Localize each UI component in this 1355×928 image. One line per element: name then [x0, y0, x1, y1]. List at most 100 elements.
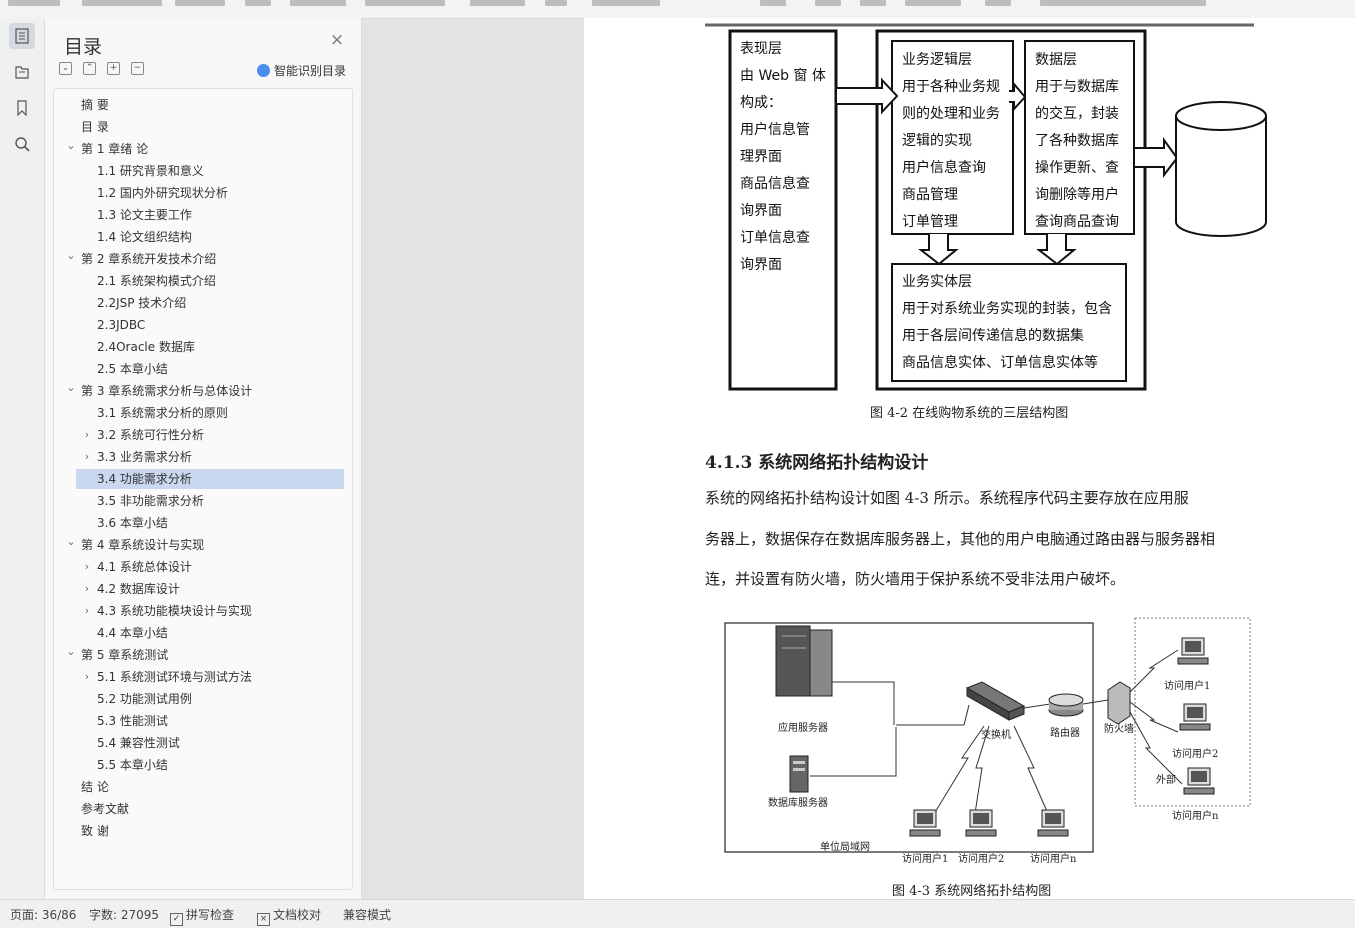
toc-item-label: 4.3 系统功能模块设计与实现	[97, 604, 252, 618]
database-cylinder-icon	[1175, 101, 1267, 237]
spell-check-button[interactable]: ✓ 拼写检查	[170, 906, 234, 926]
data-layer-text: 数据层 用于与数据库 的交互，封装 了各种数据库 操作更新、查 询删除等用户 查询商品查询	[1035, 47, 1135, 236]
switch-icon	[965, 681, 1026, 721]
diagram-text-line: 表现层	[740, 41, 782, 57]
collapse-all-icon[interactable]: ⌄	[59, 62, 72, 75]
search-panel-button[interactable]	[9, 131, 35, 157]
toc-item[interactable]: 3.4 功能需求分析	[76, 469, 344, 489]
diagram-text-line: 查询商品查询	[1035, 214, 1119, 230]
chevron-right-icon[interactable]: ›	[81, 667, 93, 687]
toc-item[interactable]: › 3.2 系统可行性分析	[54, 425, 350, 445]
toc-item-label: 4.4 本章小结	[97, 626, 168, 640]
toolbar-item[interactable]	[860, 0, 886, 6]
diagram-text-line: 商品信息查	[740, 176, 810, 192]
chapter-nav-button[interactable]	[9, 59, 35, 85]
toc-item[interactable]: 1.1 研究背景和意义	[54, 161, 350, 181]
toc-item-label: 1.1 研究背景和意义	[97, 164, 204, 178]
user-label: 访问用户1	[902, 852, 948, 865]
toc-item[interactable]: ⌄ 第 3 章系统需求分析与总体设计	[54, 381, 350, 401]
toc-item[interactable]: 3.1 系统需求分析的原则	[54, 403, 350, 423]
toc-item[interactable]: 2.1 系统架构模式介绍	[54, 271, 350, 291]
bookmark-panel-button[interactable]	[9, 95, 35, 121]
toolbar-item[interactable]	[290, 0, 346, 6]
toolbar-item[interactable]	[470, 0, 525, 6]
toc-item[interactable]: 1.3 论文主要工作	[54, 205, 350, 225]
diagram-text-line: 构成：	[740, 95, 782, 111]
toc-item[interactable]: 3.5 非功能需求分析	[54, 491, 350, 511]
toc-item[interactable]: 目 录	[54, 117, 350, 137]
toc-item[interactable]: › 3.3 业务需求分析	[54, 447, 350, 467]
toc-item[interactable]: 5.5 本章小结	[54, 755, 350, 775]
section-heading: 4.1.3 系统网络拓扑结构设计	[705, 453, 929, 473]
chevron-right-icon[interactable]: ›	[81, 447, 93, 467]
toc-item[interactable]: 5.3 性能测试	[54, 711, 350, 731]
chevron-right-icon[interactable]: ›	[81, 425, 93, 445]
toc-item-label: 3.3 业务需求分析	[97, 450, 192, 464]
toc-item[interactable]: 参考文献	[54, 799, 350, 819]
toc-item[interactable]: ⌄ 第 2 章系统开发技术介绍	[54, 249, 350, 269]
toolbar-item[interactable]	[815, 0, 841, 6]
presentation-layer-text: 表现层由 Web 窗 体构成： 用户信息管 理界面 商品信息查 询界面 订单信息查 询界面	[740, 36, 830, 279]
chevron-down-icon[interactable]: ⌄	[65, 136, 77, 156]
toc-item[interactable]: › 5.1 系统测试环境与测试方法	[54, 667, 350, 687]
toc-item-label: 1.3 论文主要工作	[97, 208, 192, 222]
ai-toc-button[interactable]: 智能识别目录	[257, 62, 346, 79]
close-icon[interactable]: ×	[329, 32, 345, 49]
toc-item[interactable]: › 4.1 系统总体设计	[54, 557, 350, 577]
diagram-text-line: 用户信息查询	[902, 160, 986, 176]
toolbar-item[interactable]	[175, 0, 225, 6]
chevron-right-icon[interactable]: ›	[81, 579, 93, 599]
page-indicator[interactable]: 页面: 36/86	[10, 906, 76, 923]
toc-item[interactable]: 5.2 功能测试用例	[54, 689, 350, 709]
toolbar-item[interactable]	[365, 0, 445, 6]
toolbar-item[interactable]	[760, 0, 786, 6]
chevron-down-icon[interactable]: ⌄	[65, 378, 77, 398]
router-icon	[1048, 693, 1084, 717]
toc-item[interactable]: › 4.2 数据库设计	[54, 579, 350, 599]
chevron-down-icon[interactable]: ⌄	[65, 532, 77, 552]
bookmark-icon	[17, 100, 27, 116]
toolbar-item[interactable]	[592, 0, 660, 6]
firewall-label: 防火墙	[1104, 722, 1134, 735]
toc-item[interactable]: 1.4 论文组织结构	[54, 227, 350, 247]
toc-item[interactable]: 摘 要	[54, 95, 350, 115]
toc-item[interactable]: 1.2 国内外研究现状分析	[54, 183, 350, 203]
toc-item[interactable]: 致 谢	[54, 821, 350, 841]
toolbar-item[interactable]	[8, 0, 60, 6]
arrow-right-icon	[835, 77, 899, 115]
toolbar-item[interactable]	[245, 0, 271, 6]
toc-item[interactable]: 2.2JSP 技术介绍	[54, 293, 350, 313]
chevron-right-icon[interactable]: ›	[81, 601, 93, 621]
word-count[interactable]: 字数: 27095	[89, 906, 159, 923]
toc-item[interactable]: 5.4 兼容性测试	[54, 733, 350, 753]
toolbar-item[interactable]	[82, 0, 162, 6]
toc-item[interactable]: ⌄ 第 5 章系统测试	[54, 645, 350, 665]
toolbar-item[interactable]	[905, 0, 961, 6]
toc-item[interactable]: 2.3JDBC	[54, 315, 350, 335]
proofread-button[interactable]: × 文档校对	[257, 906, 321, 926]
figure-caption: 图 4-2 在线购物系统的三层结构图	[870, 406, 1069, 421]
toc-item[interactable]: › 4.3 系统功能模块设计与实现	[54, 601, 350, 621]
toolbar-item[interactable]	[545, 0, 567, 6]
side-icon-rail	[0, 18, 45, 899]
toc-item[interactable]: ⌄ 第 4 章系统设计与实现	[54, 535, 350, 555]
toc-item[interactable]: 4.4 本章小结	[54, 623, 350, 643]
toc-panel-button[interactable]	[9, 23, 35, 49]
toc-item[interactable]: 结 论	[54, 777, 350, 797]
add-heading-icon[interactable]: +	[107, 62, 120, 75]
toc-item[interactable]: 2.4Oracle 数据库	[54, 337, 350, 357]
proofread-icon: ×	[257, 913, 270, 926]
toc-item[interactable]: 3.6 本章小结	[54, 513, 350, 533]
toolbar-item[interactable]	[1040, 0, 1206, 6]
chevron-down-icon[interactable]: ⌄	[65, 246, 77, 266]
remove-heading-icon[interactable]: −	[131, 62, 144, 75]
toc-item[interactable]: 2.5 本章小结	[54, 359, 350, 379]
toc-item[interactable]: ⌄ 第 1 章绪 论	[54, 139, 350, 159]
toc-item-label: 3.4 功能需求分析	[97, 472, 192, 486]
chevron-right-icon[interactable]: ›	[81, 557, 93, 577]
toc-item-label: 致 谢	[81, 824, 109, 838]
chevron-down-icon[interactable]: ⌄	[65, 642, 77, 662]
toc-item-label: 第 4 章系统设计与实现	[81, 538, 205, 552]
toolbar-item[interactable]	[985, 0, 1011, 6]
expand-up-icon[interactable]: ⌃	[83, 62, 96, 75]
